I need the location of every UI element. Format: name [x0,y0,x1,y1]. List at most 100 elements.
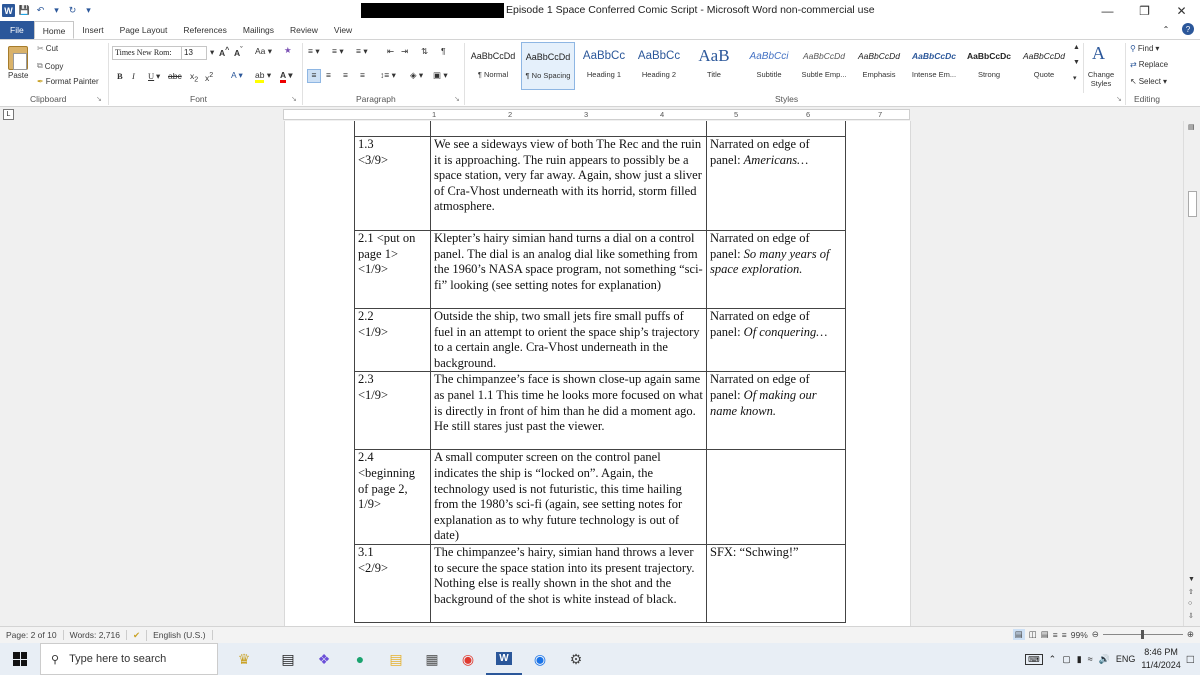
panel-description-cell[interactable]: We see a sideways view of both The Rec a… [430,136,707,231]
proofing-icon[interactable]: ✔ [127,629,148,641]
decrease-indent-icon[interactable]: ⇤ [387,46,394,57]
device-icon[interactable]: ▢ [1062,654,1071,665]
narration-cell[interactable] [706,121,846,137]
outline-view-icon[interactable]: ≡ [1053,630,1058,640]
page-count[interactable]: Page: 2 of 10 [0,630,64,640]
bullets-icon[interactable]: ≡ ▾ [308,46,320,57]
cut-button[interactable]: ✂ Cut [37,44,58,53]
change-styles-icon[interactable]: A [1092,43,1105,64]
style-normal[interactable]: AaBbCcDd ¶ Normal [466,42,520,90]
taskbar-search-box[interactable]: ⚲ Type here to search [40,643,218,675]
language-indicator-taskbar[interactable]: ENG [1116,654,1136,664]
previous-page-icon[interactable]: ⇧ [1188,588,1194,596]
chrome-alt-icon[interactable]: ◉ [522,643,558,675]
keyboard-icon[interactable]: ⌨ [1025,653,1043,665]
panel-description-cell[interactable]: Klepter’s hairy simian hand turns a dial… [430,230,707,309]
style-subtle-emp[interactable]: AaBbCcDd Subtle Emp... [797,42,851,90]
tab-file[interactable]: File [0,21,34,39]
sort-icon[interactable]: ⇅ [421,46,428,57]
panel-number-cell[interactable]: 1.3 <3/9> [354,136,431,231]
panel-number-cell[interactable]: 2.3 <1/9> [354,371,431,451]
print-layout-icon[interactable]: ▤ [1012,629,1025,640]
undo-icon[interactable]: ↶ [34,4,47,17]
game-app-icon[interactable]: ⚙ [558,643,594,675]
font-launcher-icon[interactable]: ↘ [291,95,297,103]
panel-number-cell[interactable]: 2.1 <put on page 1> <1/9> [354,230,431,309]
shrink-font-icon[interactable]: Aˇ [234,46,243,58]
superscript-button[interactable]: x2 [205,71,213,83]
panel-description-cell[interactable]: The chimpanzee’s hairy, simian hand thro… [430,543,707,623]
line-spacing-icon[interactable]: ↕≡ ▾ [380,70,396,81]
borders-icon[interactable]: ▣ ▾ [433,70,448,81]
subscript-button[interactable]: x2 [190,71,198,84]
replace-button[interactable]: ⇄ Replace [1130,60,1168,69]
narration-cell[interactable]: SFX: “Schwing!” [706,543,846,623]
panel-number-cell[interactable]: sized shots> [354,121,431,137]
style-quote[interactable]: AaBbCcDd Quote [1017,42,1071,90]
narration-cell[interactable]: Narrated on edge of panel: Of making our… [706,371,846,451]
underline-dropdown-icon[interactable]: ▾ [156,71,160,82]
paste-button[interactable]: Paste [8,71,28,80]
calculator-icon[interactable]: ▦ [414,643,450,675]
volume-icon[interactable]: 🔊 [1099,654,1110,665]
word-taskbar-icon[interactable]: W [486,643,522,675]
align-right-button[interactable]: ≡ [343,70,348,80]
align-center-button[interactable]: ≡ [326,70,331,80]
zoom-in-icon[interactable]: ⊕ [1187,629,1194,640]
zoom-level[interactable]: 99% [1071,630,1088,640]
underline-button[interactable]: U [148,71,154,81]
chrome-icon[interactable]: ◉ [450,643,486,675]
language-indicator[interactable]: English (U.S.) [147,630,213,640]
panel-number-cell[interactable]: 3.1 <2/9> [354,543,431,623]
font-size-dropdown-icon[interactable]: ▾ [210,47,214,58]
change-case-icon[interactable]: Aa ▾ [255,46,272,57]
task-view-icon[interactable]: ▤ [270,643,306,675]
full-screen-reading-icon[interactable]: ◫ [1029,629,1037,640]
style-heading-1[interactable]: AaBbCc Heading 1 [577,42,631,90]
style-intense-em[interactable]: AaBbCcDc Intense Em... [907,42,961,90]
notifications-icon[interactable]: □ [1187,652,1194,666]
tab-mailings[interactable]: Mailings [235,21,282,39]
horizontal-ruler[interactable]: 1 2 3 4 5 6 7 [283,109,910,120]
highlight-color-icon[interactable]: ab ▾ [255,70,271,83]
help-icon[interactable]: ? [1182,23,1194,35]
edge-browser-icon[interactable]: ● [342,643,378,675]
ribbon-minimize-icon[interactable]: ⌃ [1160,23,1172,35]
panel-number-cell[interactable]: 2.4 <beginning of page 2, 1/9> [354,449,431,545]
tab-view[interactable]: View [326,21,360,39]
undo-dropdown-icon[interactable]: ▾ [50,4,63,17]
pharaoh-app-icon[interactable]: ♛ [218,643,270,675]
multilevel-list-icon[interactable]: ≡ ▾ [356,46,368,57]
ruler-toggle-icon[interactable]: ▤ [1188,123,1195,131]
text-effects-icon[interactable]: A ▾ [231,70,243,81]
italic-button[interactable]: I [132,71,135,81]
numbering-icon[interactable]: ≡ ▾ [332,46,344,57]
style-no-spacing[interactable]: AaBbCcDd ¶ No Spacing [521,42,575,90]
zoom-slider[interactable] [1102,630,1183,639]
strikethrough-button[interactable]: abc [168,71,182,81]
tab-page-layout[interactable]: Page Layout [112,21,176,39]
scroll-down-icon[interactable]: ▼ [1188,576,1195,583]
panel-number-cell[interactable]: 2.2 <1/9> [354,307,431,373]
clock[interactable]: 8:46 PM 11/4/2024 [1141,646,1180,672]
styles-scroll-up-icon[interactable]: ▲ [1073,44,1080,51]
show-hidden-icons-icon[interactable]: ⌃ [1049,654,1057,665]
tab-insert[interactable]: Insert [74,21,111,39]
redo-icon[interactable]: ↻ [66,4,79,17]
bold-button[interactable]: B [117,71,123,81]
shading-icon[interactable]: ◈ ▾ [410,70,423,81]
tab-home[interactable]: Home [33,21,75,39]
justify-button[interactable]: ≡ [360,70,365,80]
tab-review[interactable]: Review [282,21,326,39]
narration-cell[interactable]: Narrated on edge of panel: Americans… [706,136,846,231]
battery-icon[interactable]: ▮ [1077,654,1082,665]
scrollbar-thumb[interactable] [1188,191,1197,217]
format-painter-button[interactable]: ✒ Format Painter [37,77,99,86]
close-button[interactable]: ✕ [1163,0,1200,21]
styles-more-icon[interactable]: ▾ [1073,74,1077,82]
customize-toolbar-icon[interactable]: ▾ [82,4,95,17]
select-button[interactable]: ↖ Select ▾ [1130,77,1167,86]
clear-formatting-icon[interactable]: ★ [284,45,292,56]
clipboard-launcher-icon[interactable]: ↘ [96,95,102,103]
file-explorer-icon[interactable]: ▤ [378,643,414,675]
